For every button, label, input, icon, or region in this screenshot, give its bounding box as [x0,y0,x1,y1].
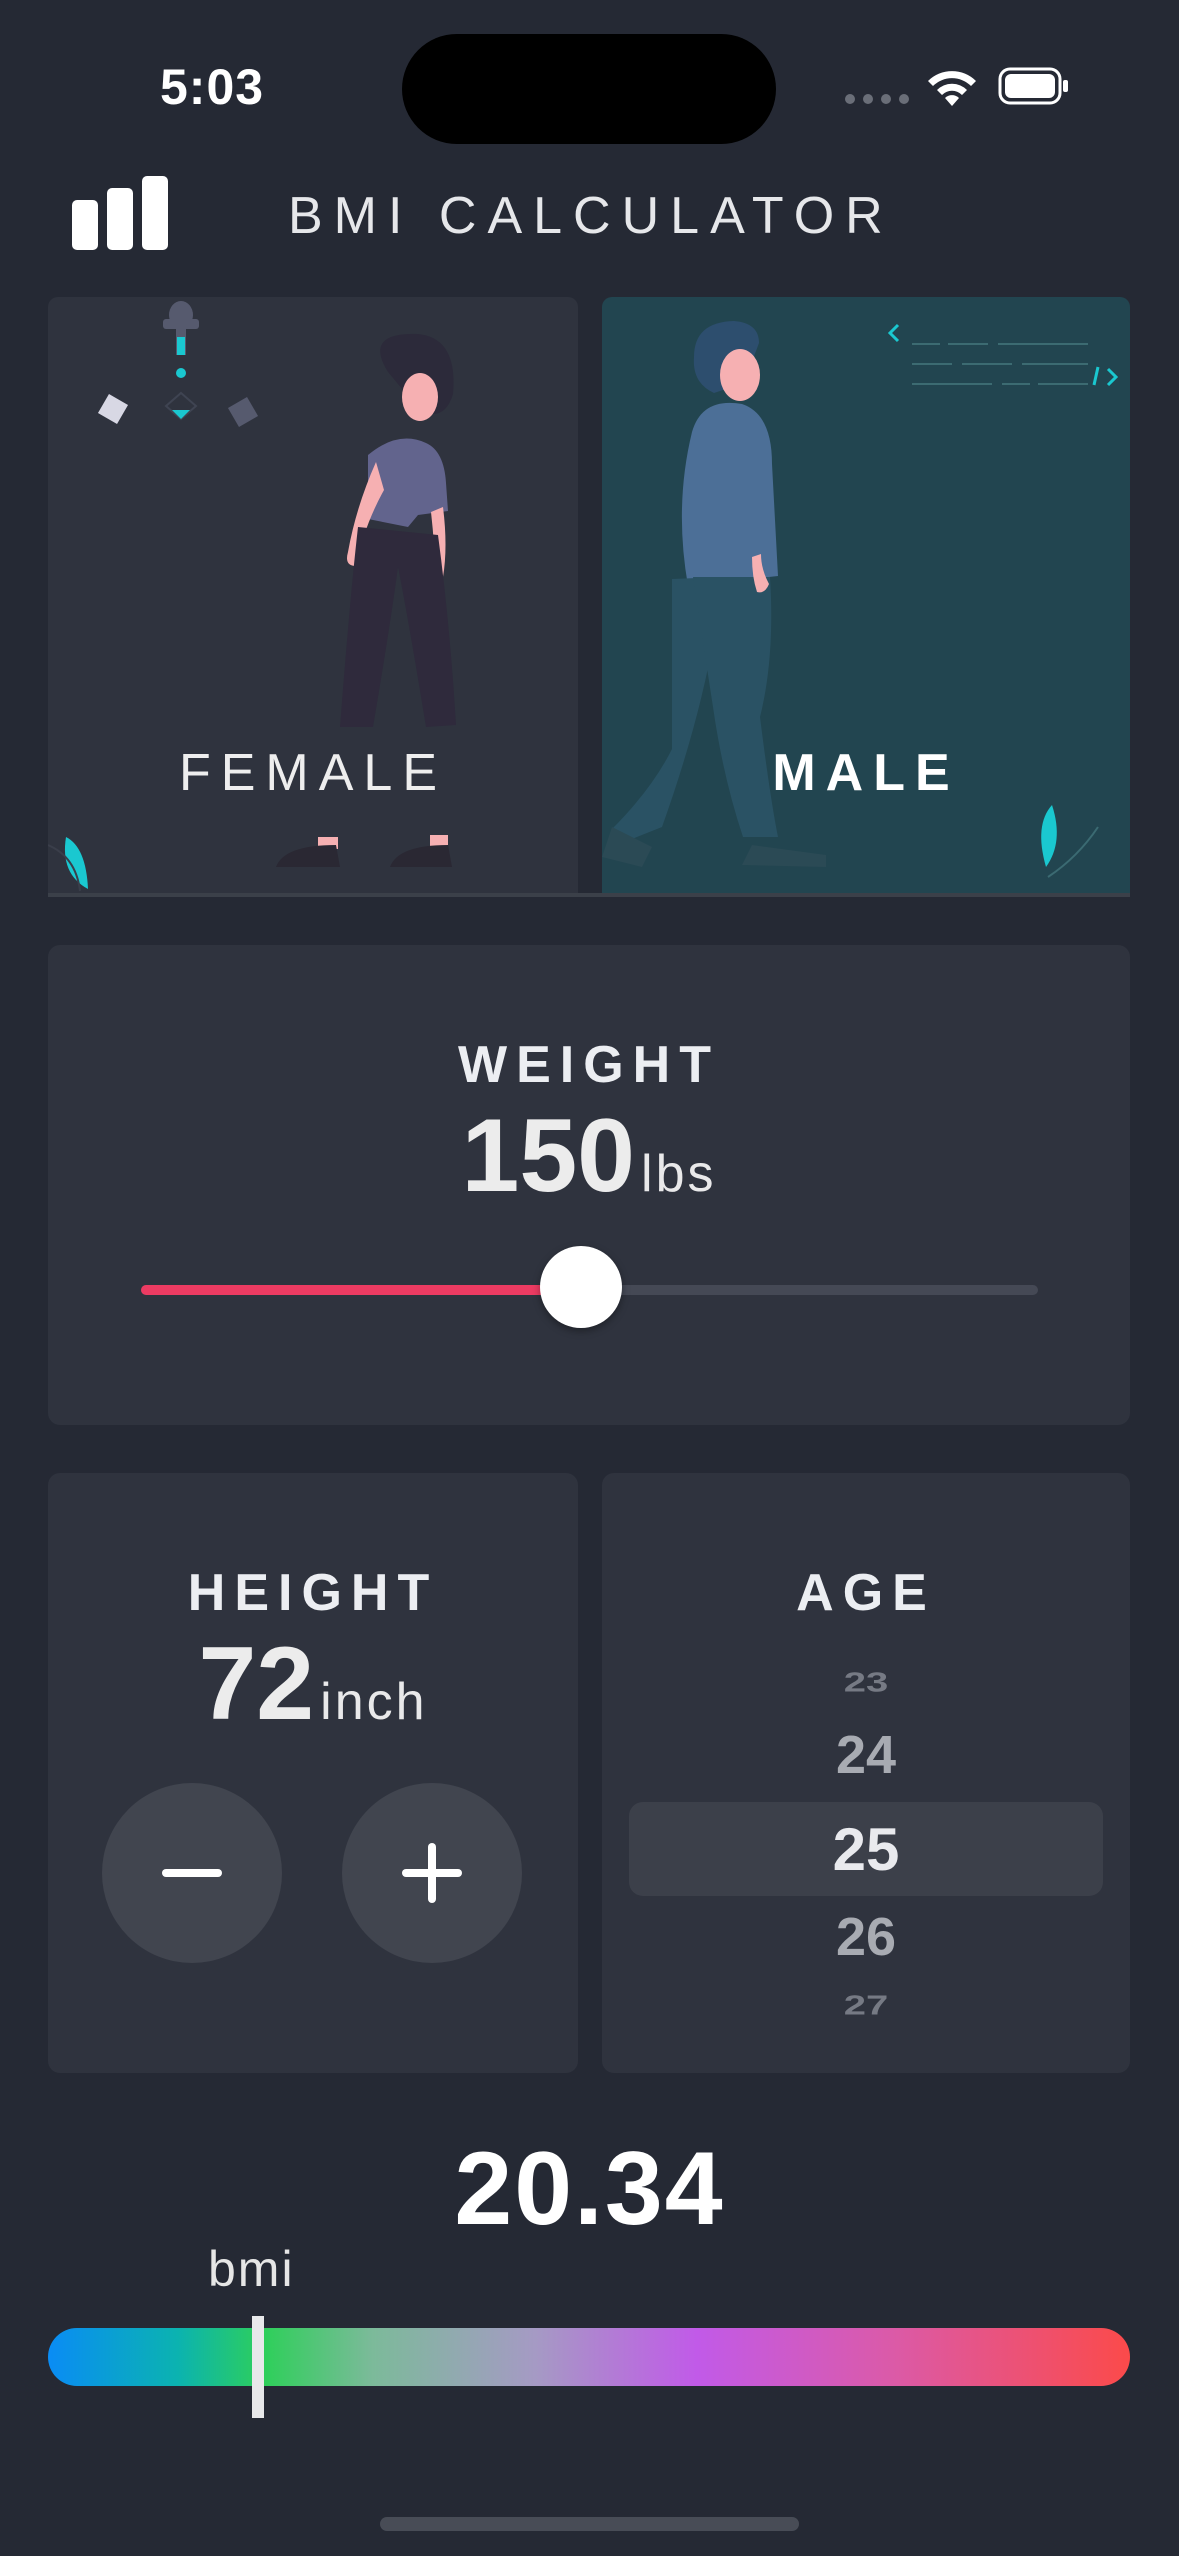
female-label: FEMALE [178,744,448,802]
weight-unit: lbs [641,1145,717,1203]
height-increment-button[interactable] [342,1783,522,1963]
cellular-signal-icon [845,94,909,104]
height-card: HEIGHT 72 inch [48,1473,578,2073]
bmi-marker [252,2316,264,2418]
wifi-icon [928,71,976,106]
battery-icon [998,67,1068,105]
height-decrement-button[interactable] [102,1783,282,1963]
height-readout: 72 inch [48,1625,578,1744]
gender-divider [48,893,1130,897]
male-label: MALE [772,744,960,802]
bmi-scale-bar [48,2328,1130,2386]
height-value: 72 [198,1626,315,1742]
female-illustration [48,301,456,892]
home-indicator[interactable] [380,2517,799,2531]
weight-slider-fill [141,1285,581,1295]
weight-slider-thumb[interactable] [539,1246,622,1328]
age-option-selected[interactable]: 25 [602,1815,1130,1884]
bmi-value: 20.34 [454,2131,725,2247]
page-title: BMI CALCULATOR [288,187,894,245]
age-option[interactable]: 24 [602,1724,1130,1786]
bar-chart-icon[interactable] [70,176,170,250]
age-option[interactable]: 23 [602,1667,1130,1699]
height-label: HEIGHT [187,1564,439,1622]
male-card[interactable]: MALE [602,297,1130,893]
weight-readout: 150 lbs [48,1097,1130,1216]
weight-value: 150 [461,1098,636,1214]
age-option[interactable]: 27 [602,1990,1130,2022]
weight-card: WEIGHT 150 lbs [48,945,1130,1425]
dynamic-island [402,34,776,144]
male-illustration [602,321,1119,878]
age-label: AGE [796,1564,936,1622]
bmi-label: bmi [208,2241,295,2297]
status-time: 5:03 [160,59,265,115]
age-option[interactable]: 26 [602,1906,1130,1968]
weight-label: WEIGHT [458,1036,720,1094]
minus-icon [162,1869,222,1877]
female-card[interactable]: FEMALE [48,297,578,893]
height-unit: inch [320,1673,428,1731]
